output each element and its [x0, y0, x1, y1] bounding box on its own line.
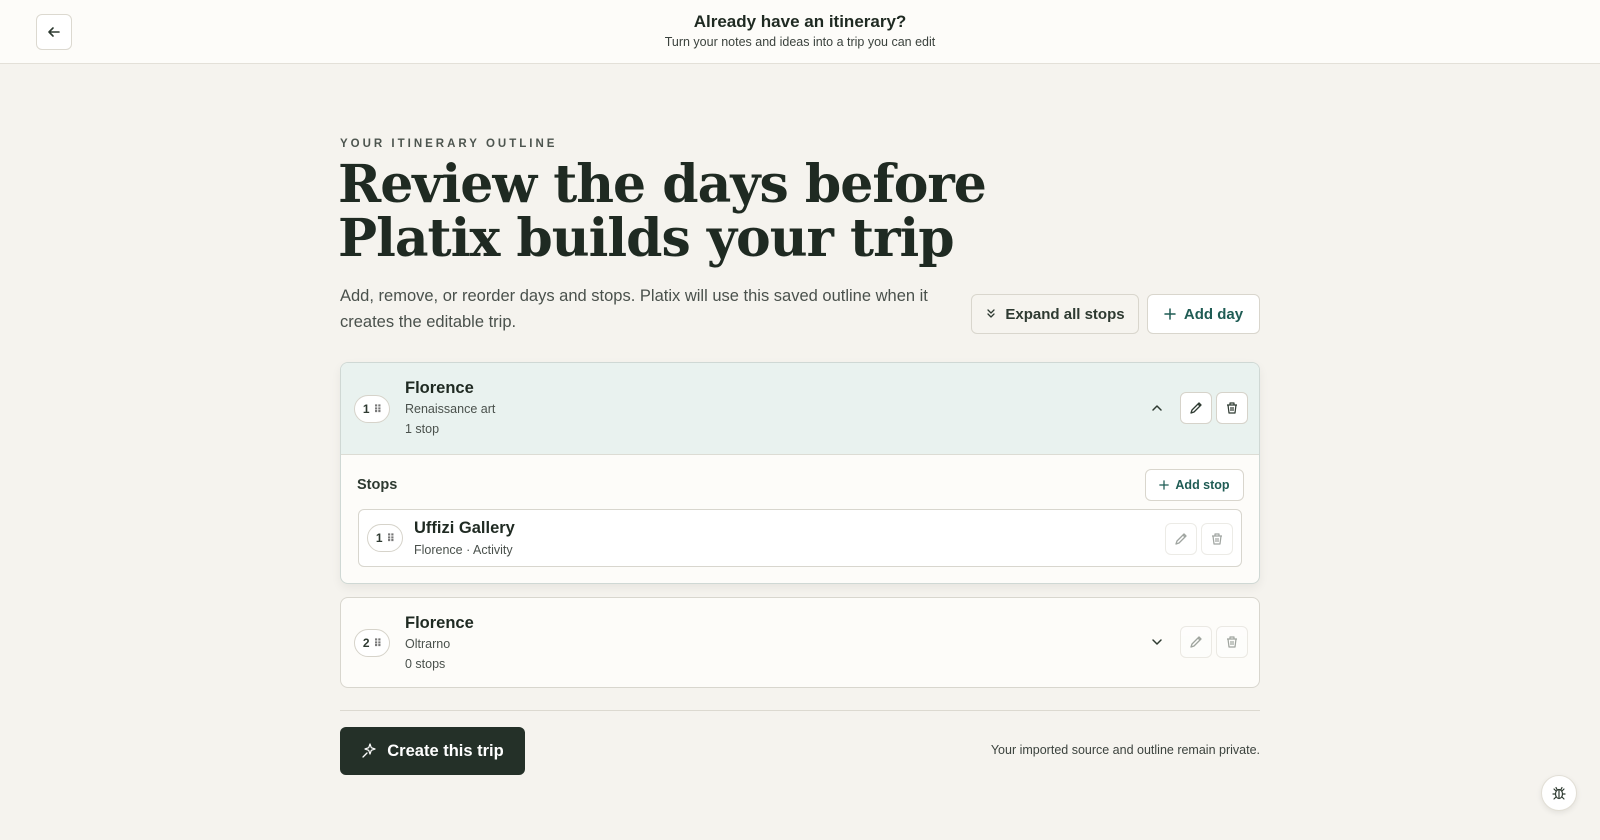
headline-line-1: Review the days before [338, 154, 987, 215]
day-stop-count: 1 stop [405, 422, 440, 436]
section-eyebrow: YOUR ITINERARY OUTLINE [340, 138, 558, 150]
day-card-1: 1 ⠿ Florence Renaissance art 1 stop Stop… [340, 362, 1260, 584]
chevrons-down-icon [987, 309, 996, 318]
privacy-note: Your imported source and outline remain … [990, 743, 1260, 757]
collapse-day-button[interactable] [1145, 396, 1169, 420]
headline-line-2: Platix builds your trip [338, 208, 955, 269]
delete-day-button[interactable] [1216, 392, 1248, 424]
delete-day-button[interactable] [1216, 626, 1248, 658]
pencil-icon [1175, 533, 1187, 545]
day-subtitle: Oltrarno [405, 637, 451, 651]
edit-stop-button[interactable] [1165, 523, 1197, 555]
stop-subtitle: Florence · Activity [414, 543, 513, 557]
day-number-handle[interactable]: 2 ⠿ [354, 629, 390, 657]
day-title: Florence [405, 614, 474, 632]
trash-icon [1227, 636, 1237, 648]
add-stop-button[interactable]: Add stop [1145, 469, 1244, 501]
pencil-icon [1190, 636, 1202, 648]
page-title: Already have an itinerary? [693, 12, 907, 31]
trash-icon [1212, 533, 1222, 545]
expand-day-button[interactable] [1145, 630, 1169, 654]
page-subtitle: Turn your notes and ideas into a trip yo… [664, 35, 936, 49]
stop-number-handle[interactable]: 1 ⠿ [367, 524, 403, 552]
create-trip-button[interactable]: Create this trip [340, 727, 525, 775]
stop-card[interactable]: 1 ⠿ Uffizi Gallery Florence · Activity [358, 509, 1242, 567]
day-card-2: 2 ⠿ Florence Oltrarno 0 stops [340, 597, 1260, 688]
day-number: 1 [362, 402, 370, 416]
add-day-button[interactable]: Add day [1147, 294, 1260, 334]
outline-headline: Review the days before Platix builds you… [338, 158, 1038, 266]
trash-icon [1227, 402, 1237, 414]
expand-all-stops-label: Expand all stops [1005, 305, 1125, 323]
stop-title: Uffizi Gallery [414, 519, 515, 537]
top-bar: Already have an itinerary? Turn your not… [0, 0, 1600, 64]
edit-day-button[interactable] [1180, 392, 1212, 424]
day-header-1[interactable]: 1 ⠿ Florence Renaissance art 1 stop [341, 363, 1259, 455]
sparkle-icon [362, 743, 376, 758]
stops-label: Stops [357, 477, 398, 493]
pencil-icon [1190, 402, 1202, 414]
outline-intro: Add, remove, or reorder days and stops. … [340, 287, 928, 331]
create-trip-label: Create this trip [387, 741, 504, 760]
day-title: Florence [405, 379, 474, 397]
delete-stop-button[interactable] [1201, 523, 1233, 555]
day-header-2[interactable]: 2 ⠿ Florence Oltrarno 0 stops [341, 598, 1259, 687]
day-subtitle: Renaissance art [405, 402, 496, 416]
plus-icon [1159, 480, 1170, 490]
day-stop-count: 0 stops [405, 657, 446, 671]
edit-day-button[interactable] [1180, 626, 1212, 658]
bug-icon [1552, 786, 1566, 800]
day-number-handle[interactable]: 1 ⠿ [354, 395, 390, 423]
plus-icon [1164, 308, 1176, 320]
add-day-label: Add day [1183, 305, 1244, 323]
drag-handle-icon: ⠿ [386, 532, 396, 545]
day-number: 2 [362, 636, 370, 650]
footer-divider [340, 710, 1260, 711]
expand-all-stops-button[interactable]: Expand all stops [971, 294, 1139, 334]
stop-number: 1 [375, 531, 383, 545]
chevron-down-icon [1152, 639, 1162, 645]
drag-handle-icon: ⠿ [373, 403, 383, 416]
add-stop-label: Add stop [1175, 478, 1230, 492]
drag-handle-icon: ⠿ [373, 637, 383, 650]
bug-report-button[interactable] [1541, 775, 1577, 811]
chevron-up-icon [1152, 405, 1162, 411]
